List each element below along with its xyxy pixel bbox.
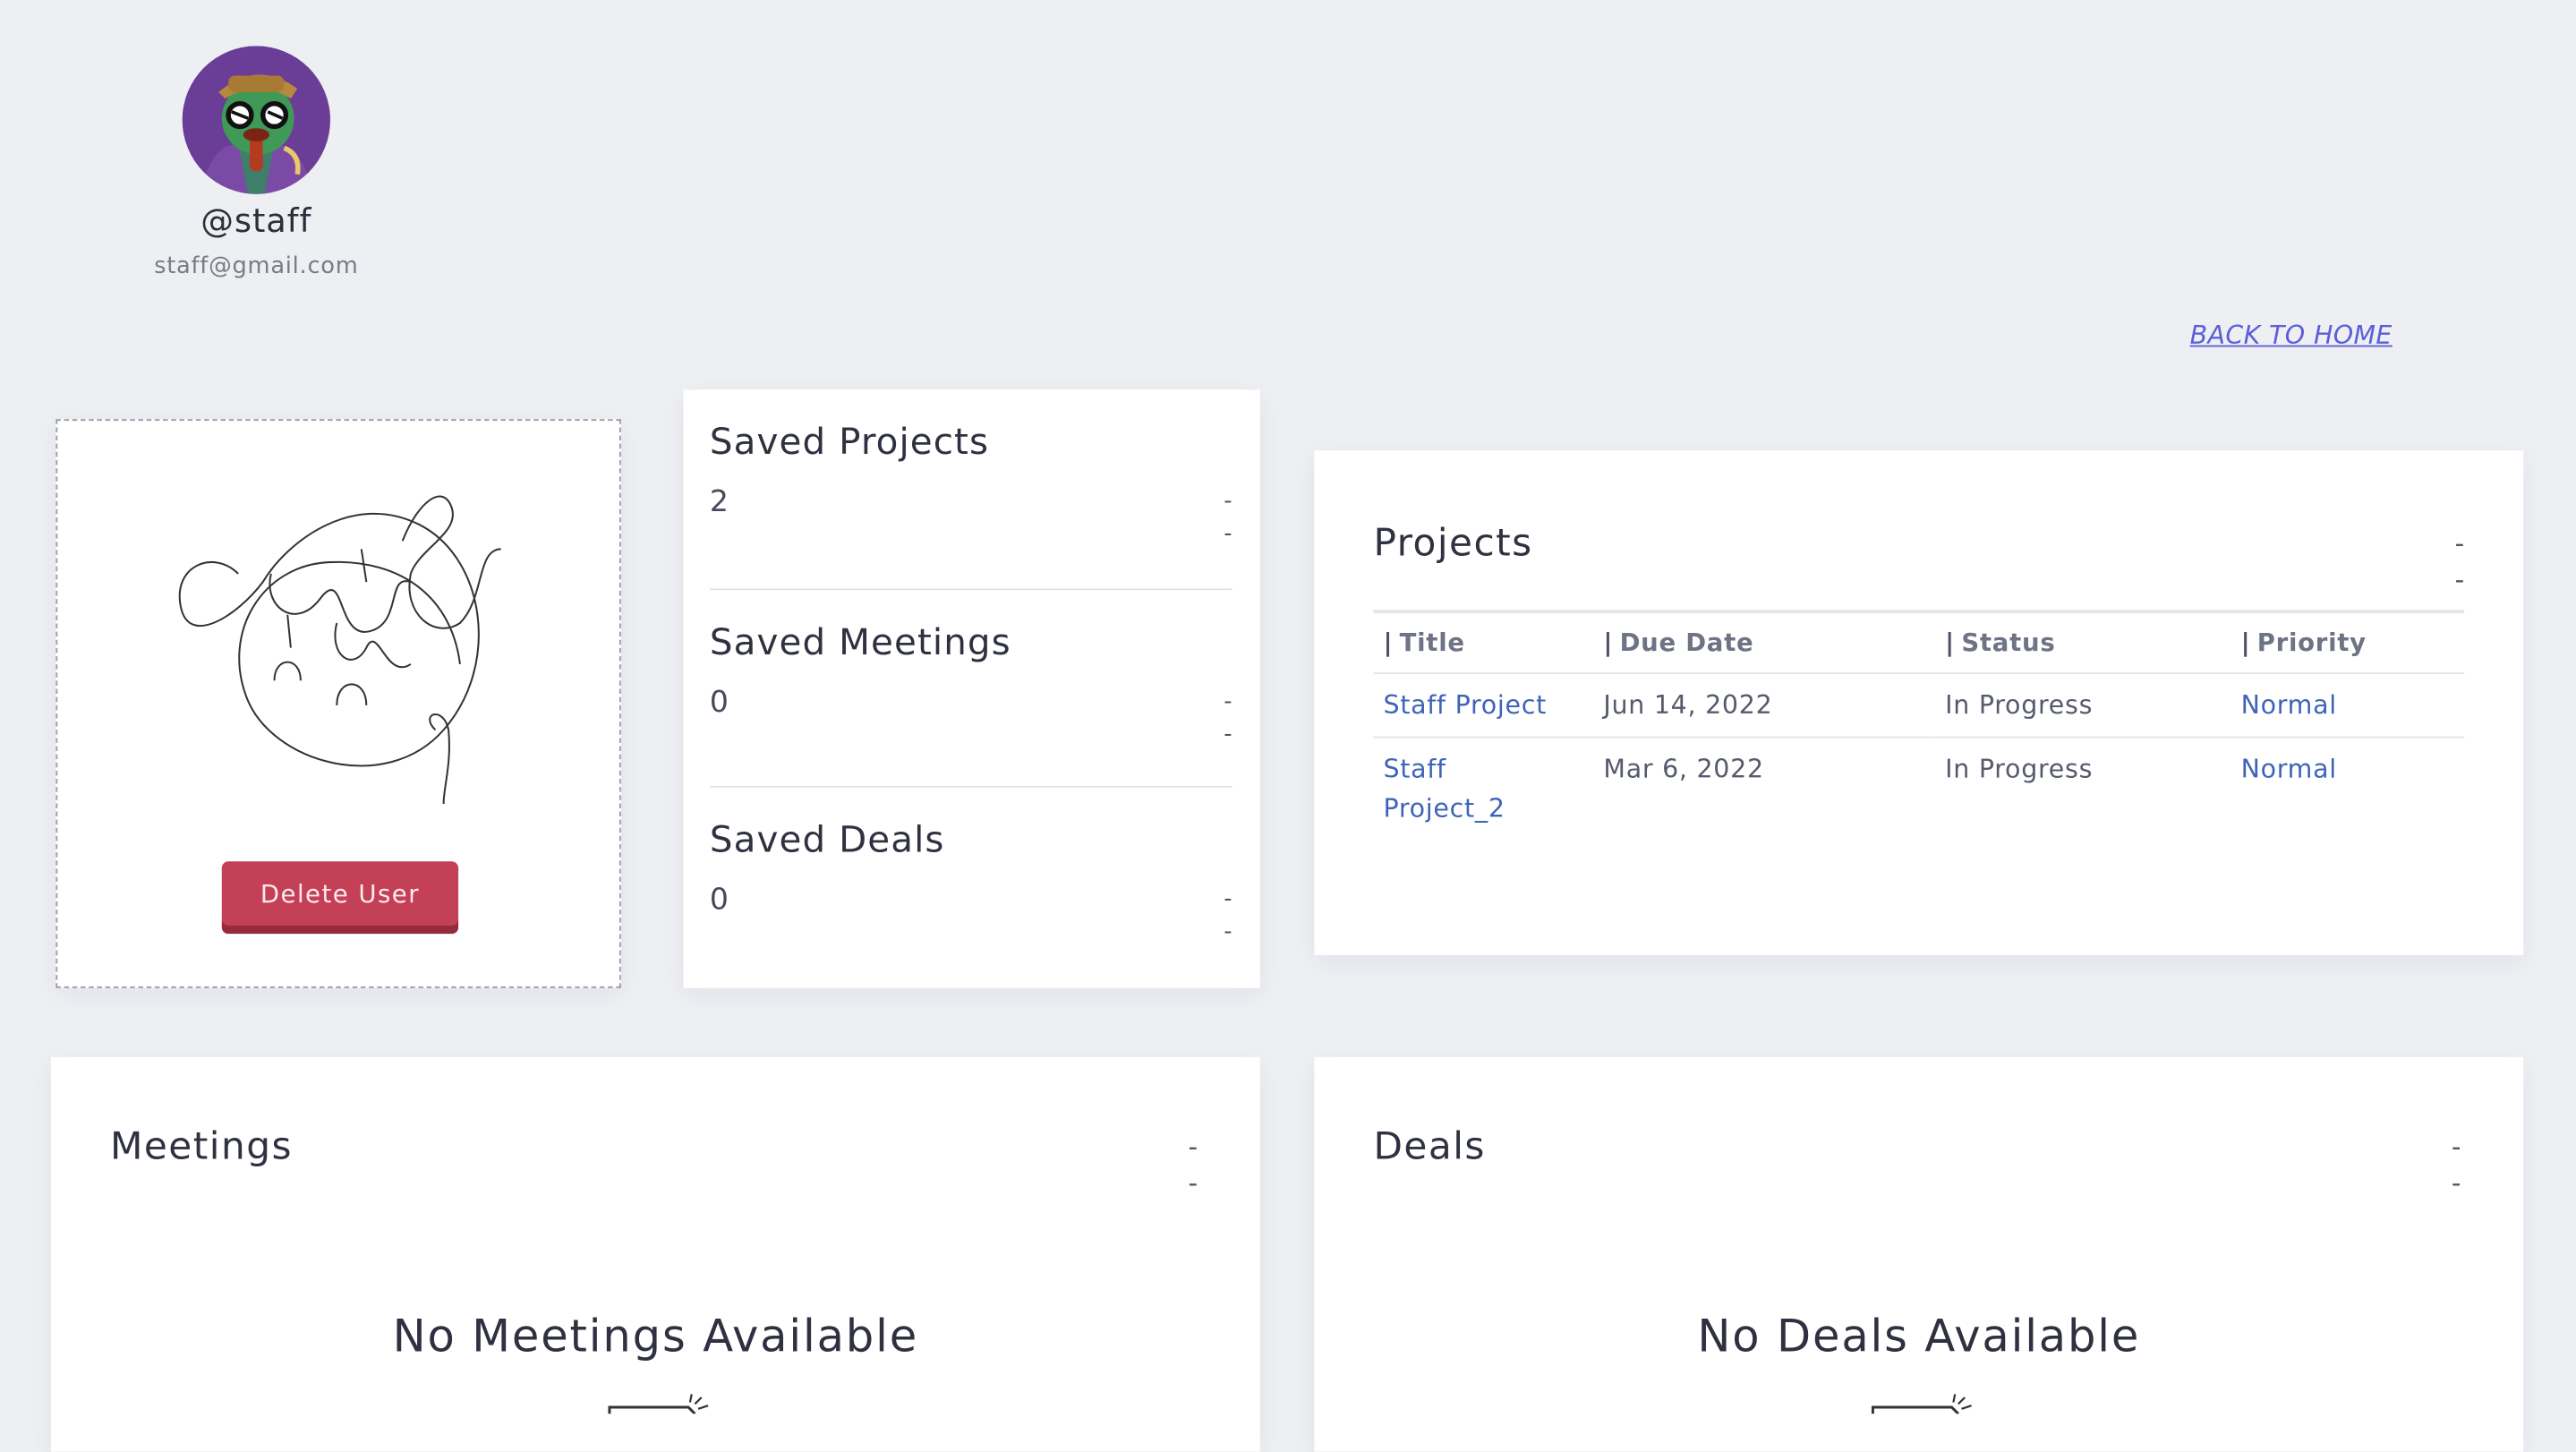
menu-dash: - (2454, 563, 2465, 595)
deals-menu[interactable]: - - (2452, 1130, 2461, 1202)
column-header-priority[interactable]: | Priority (2231, 610, 2465, 674)
projects-card: Projects - - | Title | Due Date | Status | P… (1314, 450, 2524, 955)
meetings-title: Meetings (109, 1125, 293, 1169)
saved-meetings-menu[interactable]: - - (1224, 686, 1232, 751)
saved-deals-title: Saved Deals (709, 820, 945, 862)
menu-dash: - (1224, 688, 1233, 715)
username: @staff (200, 201, 312, 241)
table-row: Staff Project_2 Mar 6, 2022 In Progress … (1373, 738, 2464, 841)
projects-menu[interactable]: - - (2455, 526, 2465, 599)
project-due-date: Jun 14, 2022 (1593, 673, 1936, 739)
saved-projects-title: Saved Projects (709, 422, 990, 464)
user-email: staff@gmail.com (154, 252, 359, 280)
avatar-illustration (182, 46, 330, 194)
project-status: In Progress (1945, 754, 2094, 784)
menu-dash: - (2454, 527, 2465, 559)
avatar (182, 46, 330, 194)
deals-title: Deals (1373, 1125, 1486, 1169)
saved-summary-card: Saved Projects 2 - - Saved Meetings 0 - … (683, 389, 1260, 988)
deals-card: Deals - - No Deals Available (1314, 1056, 2524, 1452)
saved-meetings-section: Saved Meetings 0 - - (709, 588, 1233, 787)
column-header-status[interactable]: | Status (1935, 610, 2231, 674)
saved-deals-count: 0 (709, 883, 729, 918)
table-row: Staff Project Jun 14, 2022 In Progress N… (1373, 673, 2465, 739)
project-title-link[interactable]: Staff Project_2 (1383, 749, 1531, 828)
saved-deals-menu[interactable]: - - (1224, 883, 1232, 948)
meetings-empty-message: No Meetings Available (392, 1311, 919, 1363)
signature-card: Delete User (55, 419, 621, 988)
project-priority[interactable]: Normal (2241, 755, 2337, 784)
menu-dash: - (1224, 885, 1233, 913)
project-priority[interactable]: Normal (2241, 690, 2337, 720)
profile-page: @staff staff@gmail.com BACK TO HOME Dele… (0, 0, 2576, 1452)
menu-dash: - (1224, 521, 1233, 548)
menu-dash: - (1224, 488, 1233, 515)
menu-dash: - (1188, 1166, 1198, 1199)
empty-box-icon (608, 1394, 709, 1414)
projects-table: | Title | Due Date | Status | Priority Staff… (1373, 610, 2465, 841)
column-header-title[interactable]: | Title (1373, 610, 1594, 674)
saved-deals-section: Saved Deals 0 - - (709, 785, 1233, 985)
saved-projects-count: 2 (709, 484, 729, 520)
column-header-due-date[interactable]: | Due Date (1593, 610, 1936, 674)
saved-meetings-title: Saved Meetings (709, 623, 1011, 664)
table-header-row: | Title | Due Date | Status | Priority (1373, 610, 2465, 674)
menu-dash: - (2451, 1131, 2461, 1163)
saved-projects-menu[interactable]: - - (1224, 485, 1232, 551)
saved-projects-section: Saved Projects 2 - - (710, 389, 1233, 586)
project-status: In Progress (1935, 673, 2231, 739)
project-title-link[interactable]: Staff Project (1383, 690, 1547, 720)
menu-dash: - (1224, 918, 1233, 945)
empty-box-icon (1871, 1394, 1972, 1414)
delete-user-button[interactable]: Delete User (221, 861, 459, 935)
menu-dash: - (1224, 722, 1233, 748)
back-to-home-link[interactable]: BACK TO HOME (2190, 320, 2393, 350)
projects-title: Projects (1373, 522, 1533, 566)
signature-drawing (178, 495, 501, 805)
deals-empty-message: No Deals Available (1697, 1311, 2141, 1363)
menu-dash: - (1188, 1131, 1198, 1163)
meetings-menu[interactable]: - - (1188, 1130, 1198, 1202)
project-due-date: Mar 6, 2022 (1603, 754, 1764, 784)
menu-dash: - (2451, 1166, 2461, 1199)
profile-header: @staff staff@gmail.com (98, 46, 414, 279)
meetings-card: Meetings - - No Meetings Available (50, 1056, 1260, 1452)
saved-meetings-count: 0 (709, 685, 729, 721)
